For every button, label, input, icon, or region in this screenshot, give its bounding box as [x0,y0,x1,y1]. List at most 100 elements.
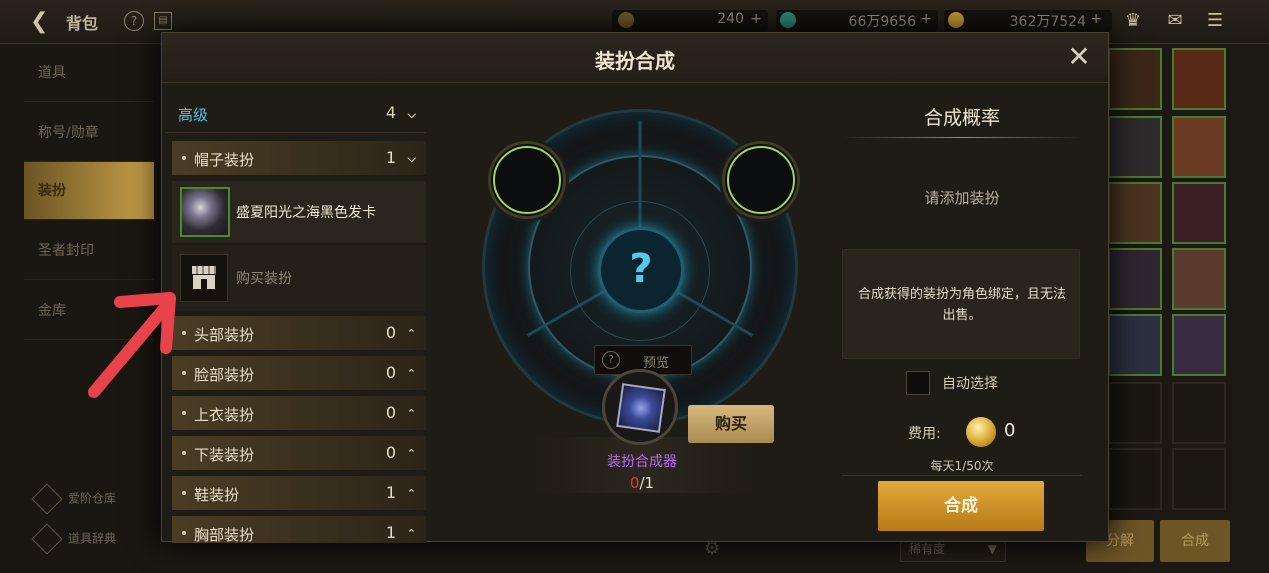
inventory-slot[interactable] [1172,116,1226,178]
inventory-slot[interactable] [1172,382,1226,444]
chevron-up-icon: ⌃ [406,407,416,420]
preview-label: 预览 [643,356,670,371]
nav-item-seal[interactable]: 圣者封印 [24,222,154,280]
bag-title: 背包 [66,14,99,33]
nav-item-costume[interactable]: 装扮 [24,162,154,220]
chevron-down-icon: ⌵ [407,108,416,121]
category-count: 0 [385,443,396,462]
notice-text: 合成获得的装扮为角色绑定，且无法出售。 [857,287,1066,323]
inventory-slot[interactable] [1108,382,1162,444]
grade-count: 4 [385,103,396,122]
material-slot-left[interactable] [488,141,566,219]
inventory-slot[interactable] [1172,48,1226,110]
divider [842,137,1082,138]
chevron-up-icon: ⌃ [406,327,416,340]
chevron-down-icon: ⌵ [407,152,416,165]
decompose-label: 分解 [1106,533,1134,549]
inventory-slot[interactable] [1108,248,1162,310]
nav-dictionary[interactable]: 道具辞典 [31,523,117,555]
chat-icon[interactable]: ☰ [1202,10,1228,32]
bullet-icon [182,451,186,455]
nav-storage[interactable]: 爱阶仓库 [31,483,117,515]
category-top[interactable]: 上衣装扮 0 ⌃ [172,396,426,430]
help-icon[interactable]: ? [124,11,144,31]
category-label: 帽子装扮 [194,151,255,169]
auto-select-checkbox[interactable] [906,371,930,395]
fuser-need: /1 [639,474,655,492]
currency3-add-icon[interactable]: + [1088,11,1102,33]
close-icon[interactable]: ✕ [1066,43,1092,71]
inventory-slot[interactable] [1108,314,1162,376]
currency1-value: 240 [717,11,744,27]
inventory-slot[interactable] [1172,314,1226,376]
category-chest[interactable]: 胸部装扮 1 ⌃ [172,516,426,543]
chevron-up-icon: ⌃ [406,447,416,460]
compose-circle-area: ? ? 预览 装扮合成器 0/1 购买 [462,83,842,543]
category-count: 0 [385,403,396,422]
bottom-compose-label: 合成 [1181,533,1209,549]
cost-value: 0 [1004,420,1016,441]
back-arrow-icon[interactable]: ❮ [30,10,54,34]
nav-dictionary-label: 道具辞典 [68,531,117,546]
inventory-slot[interactable] [1172,248,1226,310]
currency1-add-icon[interactable]: + [748,11,762,33]
hairpin-item-icon [180,187,230,237]
crown-icon[interactable]: ♛ [1120,10,1146,32]
category-label: 上衣装扮 [194,406,255,424]
gold-icon [948,12,964,28]
inventory-slot[interactable] [1108,182,1162,244]
nav-item-titles[interactable]: 称号/勋章 [24,104,154,162]
category-shoes[interactable]: 鞋装扮 1 ⌃ [172,476,426,510]
inventory-slot[interactable] [1108,116,1162,178]
category-count: 1 [385,148,396,167]
modal-header: 装扮合成 ✕ [162,33,1108,83]
category-hat[interactable]: 帽子装扮 1 ⌵ [172,141,426,175]
category-label: 鞋装扮 [194,486,240,504]
rate-title: 合成概率 [923,107,1000,129]
storage-icon [31,483,63,515]
grade-selector[interactable]: 高级 4 ⌵ [166,93,426,133]
category-label: 下装装扮 [194,446,255,464]
inventory-slot[interactable] [1172,182,1226,244]
result-slot[interactable]: ? [598,227,684,313]
chevron-up-icon: ⌃ [406,487,416,500]
category-face[interactable]: 脸部装扮 0 ⌃ [172,356,426,390]
question-mark-icon: ? [629,246,653,292]
rate-value: 请添加装扮 [924,189,1000,207]
inventory-slot[interactable] [1108,448,1162,510]
currency2-value: 66万9656 [848,14,916,30]
compose-button[interactable]: 合成 [878,481,1044,531]
category-count: 0 [385,323,396,342]
material-slot-right[interactable] [722,141,800,219]
chevron-up-icon: ⌃ [406,367,416,380]
chevron-up-icon: ⌃ [406,527,416,540]
bullet-icon [182,156,186,160]
currency2-add-icon[interactable]: + [918,11,932,33]
divider [842,475,1082,476]
buy-fuser-button[interactable]: 购买 [688,405,774,443]
buy-costume-row[interactable]: 购买装扮 [172,245,426,311]
bottom-compose-button[interactable]: 合成 [1160,520,1230,562]
costume-compose-modal: 装扮合成 ✕ 高级 4 ⌵ 帽子装扮 1 ⌵ 盛夏阳光之海黑色发卡 购买装扮 头… [161,32,1109,543]
inventory-slot[interactable] [1108,48,1162,110]
fuser-name: 装扮合成器 [607,454,677,470]
category-head[interactable]: 头部装扮 0 ⌃ [172,316,426,350]
notice-box: 合成获得的装扮为角色绑定，且无法出售。 [842,249,1080,359]
bullet-icon [182,411,186,415]
mail-icon[interactable]: ✉ [1162,10,1188,32]
nav-storage-label: 爱阶仓库 [68,491,117,506]
costume-list: 高级 4 ⌵ 帽子装扮 1 ⌵ 盛夏阳光之海黑色发卡 购买装扮 头部装扮 0 ⌃ [166,93,426,543]
category-label: 头部装扮 [194,326,255,344]
inventory-slot[interactable] [1172,448,1226,510]
gold-coin-icon [966,417,996,447]
fuser-cube-icon[interactable] [602,369,678,445]
grade-label: 高级 [178,106,209,124]
nav-item-items[interactable]: 道具 [24,44,154,102]
list-item[interactable]: 盛夏阳光之海黑色发卡 [172,181,426,243]
bullet-icon [182,491,186,495]
buy-costume-label: 购买装扮 [236,271,292,287]
inventory-grid [1108,48,1269,568]
category-bottom[interactable]: 下装装扮 0 ⌃ [172,436,426,470]
calendar-icon[interactable]: ▤ [154,12,172,30]
cost-label: 费用: [908,426,941,442]
